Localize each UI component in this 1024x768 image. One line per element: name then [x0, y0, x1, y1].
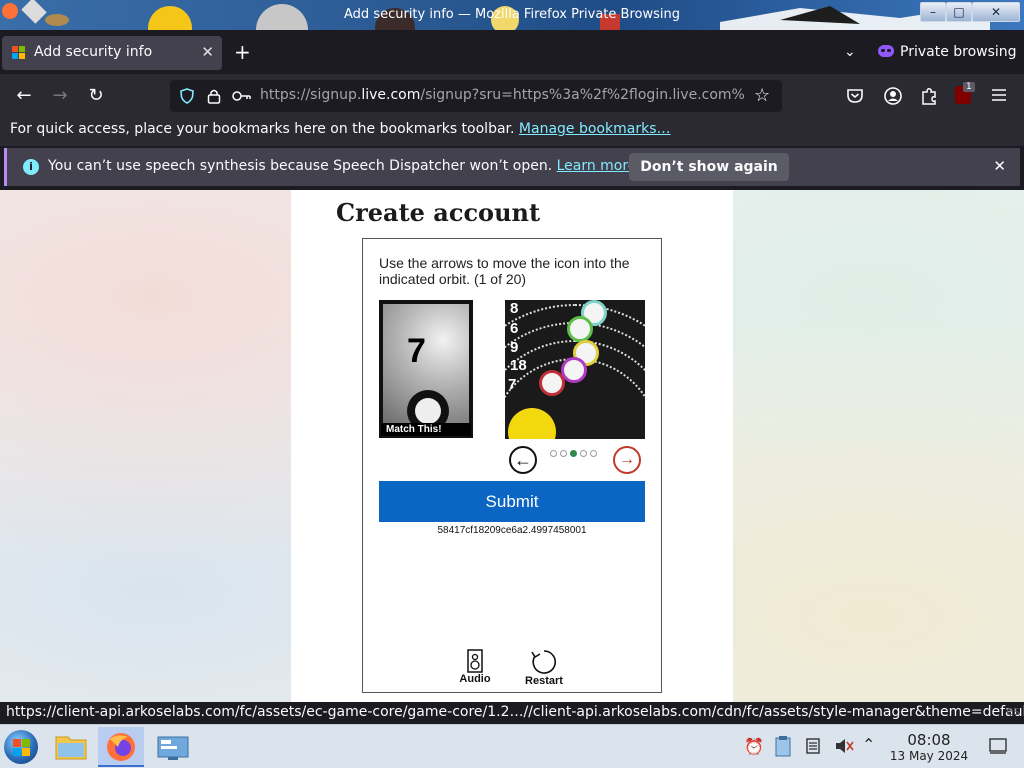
captcha-frame: Use the arrows to move the icon into the…	[362, 238, 662, 693]
new-tab-button[interactable]: +	[234, 40, 251, 64]
forward-button[interactable]: →	[48, 84, 72, 108]
clock-time: 08:08	[907, 731, 951, 749]
lock-icon[interactable]	[207, 88, 221, 104]
account-icon[interactable]	[883, 86, 903, 106]
leaf-orbit-icon	[539, 370, 565, 396]
show-desktop-icon[interactable]	[988, 737, 1008, 755]
progress-dot-active	[570, 450, 577, 457]
back-button[interactable]: ←	[12, 84, 36, 108]
tracking-protection-shield-icon[interactable]	[179, 88, 195, 104]
hamburger-menu-icon[interactable]	[990, 87, 1008, 103]
rotate-right-button[interactable]: →	[613, 446, 641, 474]
pocket-icon[interactable]	[846, 87, 864, 105]
extension-badge: 1	[963, 82, 975, 92]
page-title: Create account	[336, 198, 541, 227]
bookmarks-toolbar: For quick access, place your bookmarks h…	[0, 118, 1024, 146]
orbit-number: 9	[510, 339, 519, 356]
tab-add-security-info[interactable]: Add security info ✕	[2, 36, 222, 70]
match-label: Match This!	[381, 423, 471, 436]
notification-text: You can’t use speech synthesis because S…	[48, 158, 553, 174]
captcha-instruction: Use the arrows to move the icon into the…	[379, 255, 630, 287]
speech-synthesis-notification: i You can’t use speech synthesis because…	[4, 148, 1020, 186]
wallet-orbit-icon	[561, 357, 587, 383]
show-hidden-icons-chevron-icon[interactable]: ⌃	[862, 735, 875, 754]
url-host: live.com	[361, 87, 421, 103]
taskbar: ⏰ ⌃ 08:08 13 May 2024	[0, 724, 1024, 768]
window-title: Add security info — Mozilla Firefox Priv…	[344, 7, 680, 22]
audio-button[interactable]: Audio	[450, 649, 500, 685]
orbit-number: 6	[510, 320, 519, 337]
notification-close-icon[interactable]: ✕	[993, 157, 1006, 175]
notes-tray-icon[interactable]	[805, 737, 821, 755]
progress-dots	[550, 444, 600, 462]
orbit-number: 7	[508, 376, 517, 393]
tab-label: Add security info	[34, 44, 153, 60]
orbit-puzzle-image: 8 6 9 18 7	[505, 300, 645, 439]
audio-label: Audio	[459, 673, 491, 685]
session-token: 58417cf18209ce6a2.4997458001	[437, 525, 587, 536]
match-number: 7	[407, 332, 426, 370]
progress-dot	[560, 450, 567, 457]
manage-bookmarks-link[interactable]: Manage bookmarks…	[519, 121, 671, 137]
start-menu-button[interactable]	[4, 730, 38, 764]
web-page: Create account Use the arrows to move th…	[0, 190, 1024, 724]
progress-dot	[580, 450, 587, 457]
clipboard-tray-icon[interactable]	[774, 735, 792, 757]
file-manager-taskbar-button[interactable]	[48, 727, 94, 767]
private-browsing-label: Private browsing	[900, 44, 1017, 60]
url-path: /signup?sru=https%3a%2f%2flogin.live.com…	[420, 87, 745, 103]
key-icon[interactable]	[232, 89, 252, 103]
bookmarks-hint-text: For quick access, place your bookmarks h…	[10, 121, 515, 137]
scales-orbit-icon	[567, 316, 593, 342]
extensions-puzzle-icon[interactable]	[920, 86, 938, 106]
system-settings-taskbar-button[interactable]	[150, 727, 196, 767]
progress-dot	[590, 450, 597, 457]
reload-button[interactable]: ↻	[84, 84, 108, 108]
window-titlebar: Add security info — Mozilla Firefox Priv…	[0, 0, 1024, 30]
signup-card: Create account Use the arrows to move th…	[291, 190, 733, 724]
settings-monitor-icon	[157, 736, 189, 760]
bookmark-star-icon[interactable]: ☆	[754, 85, 770, 106]
firefox-icon	[107, 733, 135, 761]
speaker-icon	[467, 649, 483, 673]
private-mask-icon	[878, 45, 894, 57]
orbit-number: 18	[510, 357, 527, 374]
navigation-toolbar: ← → ↻ https://signup.live.com/signup?sru…	[0, 74, 1024, 118]
close-window-button[interactable]: ✕	[972, 2, 1020, 22]
match-target-image: 7 Match This!	[379, 300, 473, 438]
progress-dot	[550, 450, 557, 457]
orbit-number: 8	[510, 300, 519, 317]
list-all-tabs-button[interactable]: ⌄	[844, 44, 856, 60]
submit-button[interactable]: Submit	[379, 481, 645, 522]
folder-icon	[55, 736, 87, 760]
microsoft-logo-icon	[12, 46, 26, 60]
tab-close-icon[interactable]: ✕	[201, 43, 214, 61]
link-preview-status: https://client-api.arkoselabs.com/fc/ass…	[0, 702, 1024, 724]
minimize-button[interactable]: –	[920, 2, 946, 22]
restart-label: Restart	[525, 675, 563, 687]
taskbar-clock[interactable]: 08:08 13 May 2024	[886, 731, 972, 763]
url-prefix: https://signup.	[260, 87, 362, 103]
learn-more-link[interactable]: Learn more	[557, 158, 637, 174]
notification-message: You can’t use speech synthesis because S…	[48, 158, 636, 174]
status-overflow-text: es	[1006, 704, 1020, 718]
url-bar[interactable]: https://signup.live.com/signup?sru=https…	[170, 80, 782, 112]
firefox-taskbar-button[interactable]	[98, 727, 144, 767]
private-browsing-indicator: Private browsing	[878, 44, 1017, 60]
volume-muted-icon[interactable]	[834, 737, 854, 755]
maximize-button[interactable]: □	[946, 2, 972, 22]
book-icon	[415, 398, 441, 424]
restart-icon	[531, 650, 556, 674]
clock-date: 13 May 2024	[889, 749, 969, 763]
rotate-left-button[interactable]: ←	[509, 446, 537, 474]
restart-button[interactable]: Restart	[519, 649, 569, 687]
info-icon: i	[23, 159, 39, 175]
url-text[interactable]: https://signup.live.com/signup?sru=https…	[260, 87, 745, 103]
alarm-bell-icon[interactable]: ⏰	[744, 737, 764, 756]
dont-show-again-button[interactable]: Don’t show again	[629, 153, 789, 181]
